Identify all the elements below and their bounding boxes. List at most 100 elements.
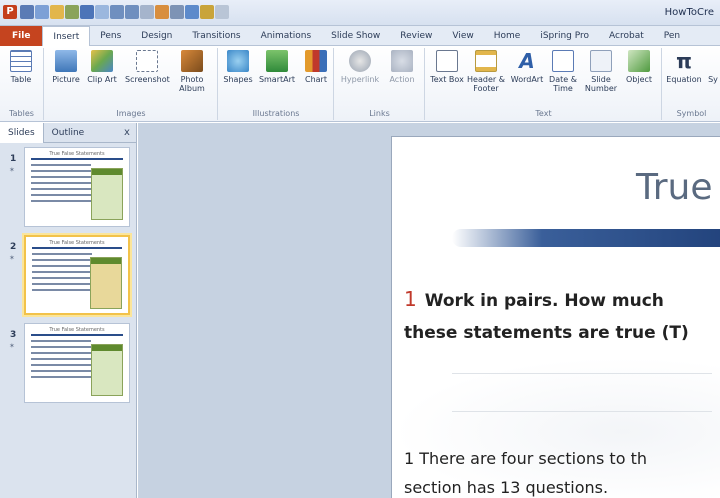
symbol-icon (706, 50, 720, 72)
object-button[interactable]: Object (622, 50, 656, 84)
slide-transition-icon: ✶ (9, 254, 15, 262)
statement-line-2[interactable]: section has 13 questions. (404, 478, 608, 497)
slide-transition-icon: ✶ (9, 342, 15, 350)
tab-outline[interactable]: Outline (44, 123, 93, 143)
slide-thumbnail-3[interactable]: True False Statements (24, 323, 130, 403)
picture-icon[interactable] (95, 5, 109, 19)
slide-transition-icon: ✶ (9, 166, 15, 174)
tab-ispring-pro[interactable]: iSpring Pro (530, 26, 599, 46)
question-line-1[interactable]: 1 Work in pairs. How much (404, 287, 664, 311)
symbol-button[interactable]: Sy (703, 50, 720, 84)
tab-transitions[interactable]: Transitions (182, 26, 250, 46)
header-footer-icon (475, 50, 497, 72)
text-box-icon (436, 50, 458, 72)
hyperlink-icon (349, 50, 371, 72)
close-pane-icon[interactable]: x (118, 123, 136, 142)
group-tables: Table Tables (0, 48, 44, 120)
customize-qat-icon[interactable] (215, 5, 229, 19)
header-footer-button[interactable]: Header & Footer (466, 50, 506, 93)
slide-number-button[interactable]: Slide Number (582, 50, 620, 93)
screenshot-button[interactable]: Screenshot (125, 50, 170, 84)
quick-access-toolbar (20, 5, 229, 21)
tab-insert[interactable]: Insert (42, 26, 91, 46)
tab-pens[interactable]: Pens (90, 26, 131, 46)
shapes-button[interactable]: Shapes (221, 50, 255, 84)
tab-review[interactable]: Review (390, 26, 442, 46)
paint-icon[interactable] (155, 5, 169, 19)
window-title: HowToCre (664, 7, 714, 18)
picture-icon (55, 50, 77, 72)
group-illustrations: Shapes SmartArt Chart Illustrations (219, 48, 334, 120)
wordart-button[interactable]: A WordArt (510, 50, 544, 84)
divider (452, 373, 712, 374)
smartart-icon (266, 50, 288, 72)
ribbon-tabs: File Insert Pens Design Transitions Anim… (0, 26, 720, 46)
group-text: Text Box Header & Footer A WordArt Date … (426, 48, 662, 120)
slide-thumbnail-2[interactable]: True False Statements (24, 235, 130, 315)
slide-title[interactable]: True (636, 167, 712, 208)
date-time-button[interactable]: Date & Time (546, 50, 580, 93)
title-underline-bar (452, 229, 720, 247)
question-line-2[interactable]: these statements are true (T) (404, 323, 689, 343)
copy-icon[interactable] (50, 5, 64, 19)
clip-art-button[interactable]: Clip Art (85, 50, 119, 84)
equation-button[interactable]: π Equation (665, 50, 703, 84)
slide-editing-area: True 1 Work in pairs. How much these stat… (138, 123, 720, 498)
photo-album-button[interactable]: Photo Album (175, 50, 209, 93)
action-button[interactable]: Action (385, 50, 419, 84)
tab-home[interactable]: Home (484, 26, 531, 46)
tab-file[interactable]: File (0, 26, 43, 46)
group-links: Hyperlink Action Links (335, 48, 425, 120)
textbox-icon[interactable] (80, 5, 94, 19)
chart-button[interactable]: Chart (299, 50, 333, 84)
background-swoosh (392, 357, 720, 498)
text-box-button[interactable]: Text Box (430, 50, 464, 84)
slide-number-1: 1 (10, 154, 17, 164)
smartart-button[interactable]: SmartArt (257, 50, 297, 84)
picture-button[interactable]: Picture (49, 50, 83, 84)
tab-animations[interactable]: Animations (251, 26, 322, 46)
pi-icon: π (676, 49, 692, 73)
slide-number-3: 3 (10, 330, 17, 340)
group-images: Picture Clip Art Screenshot Photo Album … (45, 48, 218, 120)
slides-pane: Slides Outline x 1 ✶ True False Statemen… (0, 123, 137, 498)
screenshot-icon (136, 50, 158, 72)
tab-design[interactable]: Design (131, 26, 182, 46)
table-button[interactable]: Table (4, 50, 38, 84)
ribbon-insert: Table Tables Picture Clip Art Screenshot… (0, 46, 720, 122)
align-icon[interactable] (140, 5, 154, 19)
shapes-icon (227, 50, 249, 72)
slide-canvas[interactable]: True 1 Work in pairs. How much these stat… (391, 136, 720, 498)
draw-icon[interactable] (200, 5, 214, 19)
shape-icon[interactable] (185, 5, 199, 19)
tab-pen[interactable]: Pen (654, 26, 690, 46)
group-symbols: π Equation Sy Symbol (663, 48, 720, 120)
powerpoint-app-icon[interactable]: P (3, 5, 17, 19)
layout-icon[interactable] (35, 5, 49, 19)
undo-icon[interactable] (110, 5, 124, 19)
question-number: 1 (404, 287, 417, 311)
pane-tabs: Slides Outline x (0, 123, 136, 143)
table-icon[interactable] (170, 5, 184, 19)
divider (452, 411, 712, 412)
wordart-icon: A (519, 49, 535, 73)
action-icon (391, 50, 413, 72)
tab-acrobat[interactable]: Acrobat (599, 26, 654, 46)
tab-view[interactable]: View (442, 26, 483, 46)
photo-album-icon (181, 50, 203, 72)
slide-thumbnail-1[interactable]: True False Statements (24, 147, 130, 227)
clip-art-icon (91, 50, 113, 72)
chart-icon (305, 50, 327, 72)
calendar-icon (552, 50, 574, 72)
slide-number-2: 2 (10, 242, 17, 252)
title-bar: P HowToCre (0, 0, 720, 26)
slide-number-icon (590, 50, 612, 72)
tab-slides[interactable]: Slides (0, 123, 44, 143)
statement-line-1[interactable]: 1 There are four sections to th (404, 449, 647, 468)
format-icon[interactable] (65, 5, 79, 19)
redo-icon[interactable] (125, 5, 139, 19)
hyperlink-button[interactable]: Hyperlink (339, 50, 381, 84)
object-icon (628, 50, 650, 72)
save-icon[interactable] (20, 5, 34, 19)
tab-slide-show[interactable]: Slide Show (321, 26, 390, 46)
